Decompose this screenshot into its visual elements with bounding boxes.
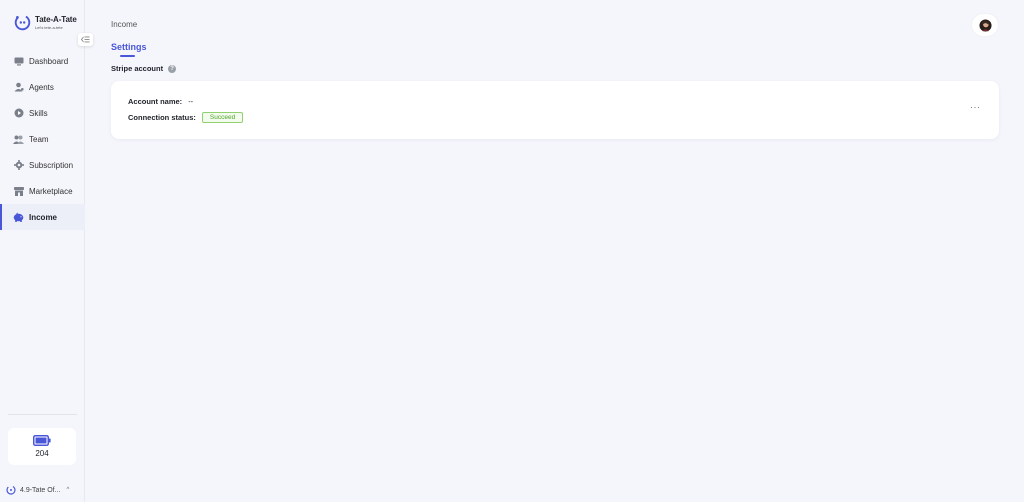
version-logo-icon — [6, 485, 16, 495]
sidebar-item-label: Dashboard — [29, 56, 69, 66]
income-icon — [13, 212, 24, 223]
account-name-row: Account name: -- — [128, 97, 193, 106]
dashboard-icon — [13, 56, 24, 67]
skills-icon — [13, 108, 24, 119]
sidebar-item-subscription[interactable]: Subscription — [0, 152, 85, 178]
sidebar-item-income[interactable]: Income — [0, 204, 85, 230]
tab-active-indicator — [120, 55, 135, 57]
stripe-account-card: Account name: -- Connection status: Succ… — [111, 81, 999, 139]
battery-icon — [33, 435, 51, 446]
credits-card[interactable]: 204 — [8, 428, 76, 465]
stripe-account-heading: Stripe account ? — [111, 64, 177, 73]
sidebar-divider — [8, 414, 77, 415]
sidebar-item-label: Subscription — [29, 160, 74, 170]
chevron-up-icon: ^ — [66, 487, 70, 493]
account-name-label: Account name: — [128, 97, 183, 106]
version-switcher[interactable]: 4.9-Tate Of... ^ — [6, 485, 69, 495]
sidebar: Tate-A-Tate Let's tete-a-tete Dashboard … — [0, 0, 85, 502]
sidebar-item-dashboard[interactable]: Dashboard — [0, 48, 85, 74]
collapse-sidebar-button[interactable] — [78, 33, 93, 46]
section-title-text: Stripe account — [111, 64, 164, 73]
avatar[interactable] — [972, 14, 998, 36]
sidebar-item-label: Team — [29, 134, 49, 144]
sidebar-item-label: Skills — [29, 108, 48, 118]
version-label: 4.9-Tate Of... — [20, 486, 61, 494]
subscription-icon — [13, 160, 24, 171]
agents-icon — [13, 82, 24, 93]
main-content: Income Settings Stripe account ? Account… — [86, 0, 1024, 502]
help-icon[interactable]: ? — [168, 64, 177, 73]
sidebar-item-agents[interactable]: Agents — [0, 74, 85, 100]
brand-name: Tate-A-Tate — [35, 14, 77, 24]
credits-value: 204 — [35, 449, 49, 458]
connection-status-label: Connection status: — [128, 113, 196, 122]
sidebar-item-label: Agents — [29, 82, 54, 92]
connection-status-row: Connection status: Succeed — [128, 112, 244, 123]
sidebar-nav: Dashboard Agents Skills Team Subscriptio… — [0, 48, 85, 230]
marketplace-icon — [13, 186, 24, 197]
sidebar-item-team[interactable]: Team — [0, 126, 85, 152]
collapse-icon — [81, 36, 90, 43]
user-avatar-icon — [978, 18, 992, 32]
brand-tagline: Let's tete-a-tete — [35, 24, 63, 30]
sidebar-item-marketplace[interactable]: Marketplace — [0, 178, 85, 204]
brand[interactable]: Tate-A-Tate Let's tete-a-tete — [14, 14, 77, 31]
breadcrumb: Income — [111, 20, 138, 29]
more-options-button[interactable]: ··· — [970, 102, 981, 112]
tab-settings[interactable]: Settings — [111, 42, 147, 52]
sidebar-item-label: Income — [29, 212, 58, 222]
account-name-value: -- — [188, 97, 194, 106]
brand-logo-icon — [14, 14, 31, 31]
status-badge: Succeed — [201, 112, 244, 123]
sidebar-item-skills[interactable]: Skills — [0, 100, 85, 126]
sidebar-item-label: Marketplace — [29, 186, 73, 196]
team-icon — [13, 134, 24, 145]
